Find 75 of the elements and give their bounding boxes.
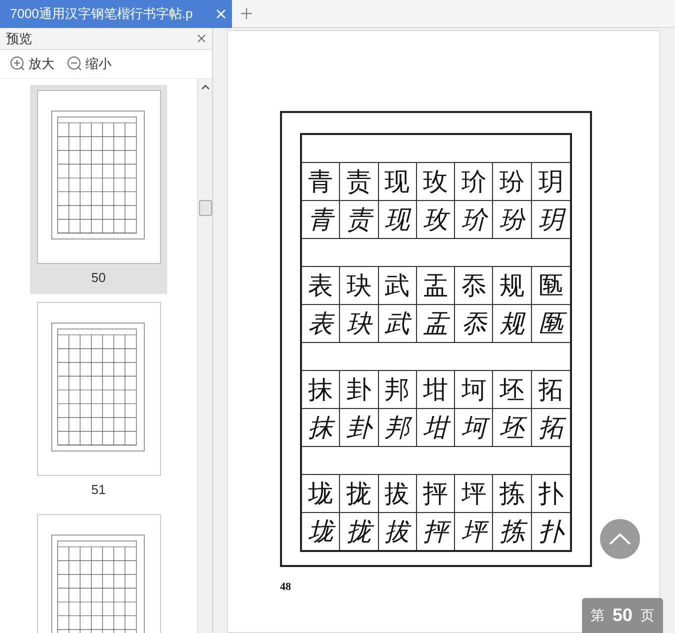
- character-cell: 玠: [455, 201, 494, 238]
- character-cell: 现: [378, 201, 417, 238]
- character-cell-text: 拓: [537, 374, 564, 406]
- character-cell: 坩: [416, 409, 456, 446]
- character-cell: 坷: [455, 409, 494, 446]
- character-cell: 武: [378, 267, 417, 304]
- character-cell: 玦: [340, 305, 379, 342]
- character-cell: 玥: [532, 201, 570, 238]
- character-cell: 玠: [455, 163, 494, 200]
- character-cell: 坪: [455, 475, 494, 512]
- character-cell: 抨: [416, 513, 456, 550]
- page-number: 48: [280, 580, 292, 595]
- scrollbar-thumb[interactable]: [199, 200, 212, 216]
- character-cell: 拔: [378, 513, 417, 550]
- character-cell: 规: [493, 305, 532, 342]
- page-thumbnail[interactable]: 50: [30, 85, 167, 294]
- character-cell: 拣: [493, 513, 532, 550]
- character-cell: 抨: [416, 475, 456, 512]
- character-cell: 卦: [340, 371, 379, 408]
- tab-title: 7000通用汉字钢笔楷行书字帖.p: [10, 4, 193, 23]
- character-cell: 盂: [416, 267, 456, 304]
- character-cell: 坯: [493, 409, 532, 446]
- character-cell: 玦: [340, 267, 379, 304]
- character-cell: 抹: [302, 371, 340, 408]
- zoom-out-button[interactable]: 缩小: [67, 54, 112, 74]
- character-cell: 坩: [416, 371, 456, 408]
- character-cell: 邦: [378, 371, 417, 408]
- character-cell: 玫: [416, 163, 456, 200]
- page-indicator: 第 50 页: [582, 598, 663, 633]
- character-cell: 青: [302, 201, 340, 238]
- character-cell: 责: [340, 163, 379, 200]
- page-label: 51: [91, 480, 106, 499]
- character-cell: 现: [378, 163, 417, 200]
- character-cell-text: 玥: [537, 166, 564, 198]
- document-tab[interactable]: 7000通用汉字钢笔楷行书字帖.p: [0, 0, 232, 28]
- character-cell: 青: [302, 163, 340, 200]
- character-cell: 拔: [378, 475, 417, 512]
- panel-title: 预览: [6, 30, 32, 48]
- character-cell: 表: [302, 305, 340, 342]
- character-cell: 卦: [340, 409, 379, 446]
- character-cell: 玢: [493, 163, 532, 200]
- character-cell: 忝: [455, 267, 494, 304]
- zoom-in-icon: [10, 56, 25, 72]
- character-cell: 坯: [493, 371, 532, 408]
- page-thumbnail[interactable]: 51: [30, 296, 167, 506]
- scrollbar[interactable]: [197, 78, 212, 633]
- character-cell: 武: [378, 305, 417, 342]
- character-cell: 邦: [378, 409, 417, 446]
- character-cell: 拓: [532, 409, 570, 446]
- chevron-up-icon: [609, 533, 631, 545]
- character-cell: 匦: [532, 305, 570, 342]
- zoom-in-button[interactable]: 放大: [10, 54, 54, 74]
- character-cell: 垅: [302, 513, 340, 550]
- character-cell: 忝: [455, 305, 494, 342]
- character-cell: 坪: [455, 513, 494, 550]
- character-cell: 拣: [493, 475, 532, 512]
- character-cell-text: 扑: [537, 516, 566, 548]
- character-cell: 规: [493, 267, 532, 304]
- character-cell: 坷: [455, 371, 494, 408]
- character-cell-text: 扑: [537, 478, 564, 510]
- character-cell: 表: [302, 267, 340, 304]
- character-cell: 玢: [493, 201, 532, 238]
- character-cell: 垅: [302, 475, 340, 512]
- character-cell: 拢: [340, 475, 379, 512]
- character-cell-text: 匦: [537, 270, 564, 302]
- zoom-out-icon: [67, 56, 82, 72]
- scroll-up-icon[interactable]: [201, 84, 210, 90]
- character-cell: 抹: [302, 409, 340, 446]
- character-cell: 拢: [340, 513, 379, 550]
- character-cell: 责: [340, 201, 379, 238]
- new-tab-icon[interactable]: [241, 8, 252, 19]
- character-cell: 盂: [416, 305, 456, 342]
- page-label: 50: [91, 269, 106, 288]
- close-icon[interactable]: [197, 34, 206, 43]
- character-cell: 玫: [416, 201, 456, 238]
